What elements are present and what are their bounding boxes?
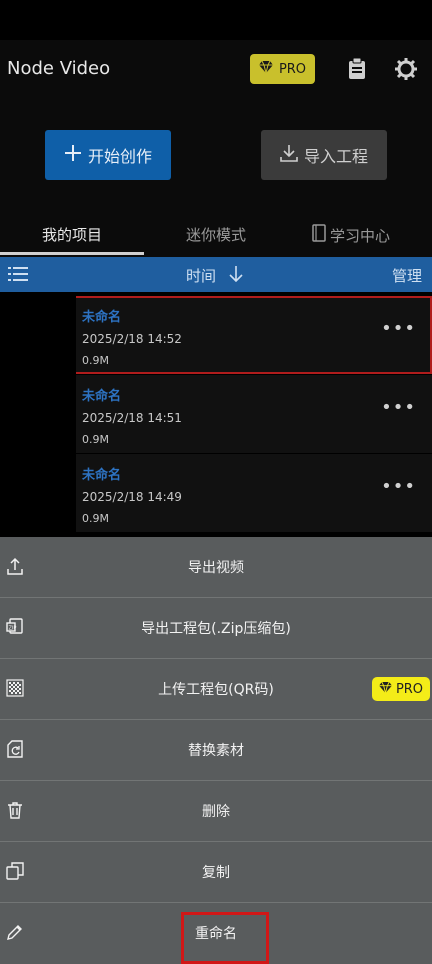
delete-label: 删除 bbox=[202, 804, 230, 820]
pro-label: PRO bbox=[278, 61, 307, 77]
rename-highlight-box bbox=[181, 912, 269, 964]
project-thumbnail bbox=[0, 296, 76, 374]
project-name: 未命名 bbox=[82, 468, 122, 483]
project-name: 未命名 bbox=[82, 310, 122, 325]
start-create-label: 开始创作 bbox=[87, 147, 152, 166]
project-date: 2025/2/18 14:49 bbox=[82, 490, 182, 504]
project-date: 2025/2/18 14:52 bbox=[82, 332, 182, 346]
sort-bar: 时间 管理 bbox=[0, 257, 432, 292]
import-project-label: 导入工程 bbox=[303, 147, 368, 166]
upload-project-qr-item[interactable]: 上传工程包(QR码) PRO bbox=[0, 659, 432, 720]
import-project-button[interactable]: 导入工程 bbox=[261, 130, 387, 180]
diamond-icon bbox=[258, 60, 273, 77]
export-video-item[interactable]: 导出视频 bbox=[0, 537, 432, 598]
tab-mini-mode[interactable]: 迷你模式 bbox=[186, 224, 246, 245]
project-item[interactable]: 未命名 2025/2/18 14:49 0.9M ••• bbox=[0, 454, 432, 532]
project-item[interactable]: 未命名 2025/2/18 14:52 0.9M ••• bbox=[0, 296, 432, 374]
manage-button[interactable]: 管理 bbox=[392, 265, 422, 286]
export-project-zip-item[interactable]: ZIP 导出工程包(.Zip压缩包) bbox=[0, 598, 432, 659]
upload-project-qr-label: 上传工程包(QR码) bbox=[158, 682, 274, 698]
project-size: 0.9M bbox=[82, 512, 109, 525]
app-title: Node Video bbox=[7, 58, 111, 79]
project-name: 未命名 bbox=[82, 389, 122, 404]
gear-icon[interactable] bbox=[391, 54, 421, 84]
copy-item[interactable]: 复制 bbox=[0, 842, 432, 903]
tab-learning-center[interactable]: 学习中心 bbox=[312, 224, 390, 246]
copy-label: 复制 bbox=[202, 865, 230, 881]
project-size: 0.9M bbox=[82, 354, 109, 367]
pro-badge: PRO bbox=[372, 677, 430, 701]
status-bar bbox=[0, 0, 432, 40]
tab-my-projects[interactable]: 我的项目 bbox=[42, 224, 102, 245]
project-item[interactable]: 未命名 2025/2/18 14:51 0.9M ••• bbox=[0, 375, 432, 453]
arrow-down-icon[interactable] bbox=[229, 266, 243, 286]
pro-button[interactable]: PRO bbox=[250, 54, 315, 84]
tab-bar: 我的项目 迷你模式 学习中心 bbox=[0, 212, 432, 257]
pro-badge-label: PRO bbox=[395, 681, 424, 697]
list-view-icon[interactable] bbox=[8, 266, 28, 286]
download-icon bbox=[280, 144, 298, 166]
delete-item[interactable]: 删除 bbox=[0, 781, 432, 842]
tab-indicator bbox=[0, 252, 144, 255]
project-thumbnail bbox=[0, 454, 76, 532]
start-create-button[interactable]: 开始创作 bbox=[45, 130, 171, 180]
plus-icon bbox=[64, 144, 82, 166]
more-options-button[interactable]: ••• bbox=[381, 476, 416, 497]
diamond-icon bbox=[379, 681, 392, 697]
clipboard-icon[interactable] bbox=[342, 54, 372, 84]
project-list: 未命名 2025/2/18 14:52 0.9M ••• 未命名 2025/2/… bbox=[0, 292, 432, 537]
action-sheet: 导出视频 ZIP 导出工程包(.Zip压缩包) 上传工程包(QR码) PRO 替… bbox=[0, 537, 432, 964]
project-size: 0.9M bbox=[82, 433, 109, 446]
replace-material-label: 替换素材 bbox=[188, 743, 244, 759]
more-options-button[interactable]: ••• bbox=[381, 397, 416, 418]
project-date: 2025/2/18 14:51 bbox=[82, 411, 182, 425]
more-options-button[interactable]: ••• bbox=[381, 318, 416, 339]
export-video-label: 导出视频 bbox=[188, 560, 244, 576]
sort-time-label[interactable]: 时间 bbox=[186, 265, 216, 286]
replace-material-item[interactable]: 替换素材 bbox=[0, 720, 432, 781]
project-thumbnail bbox=[0, 375, 76, 453]
export-project-zip-label: 导出工程包(.Zip压缩包) bbox=[141, 621, 291, 637]
book-icon bbox=[312, 224, 326, 246]
tab-learning-center-label: 学习中心 bbox=[330, 226, 391, 245]
action-toolbar: 开始创作 导入工程 bbox=[0, 100, 432, 212]
app-header: Node Video PRO bbox=[0, 40, 432, 100]
